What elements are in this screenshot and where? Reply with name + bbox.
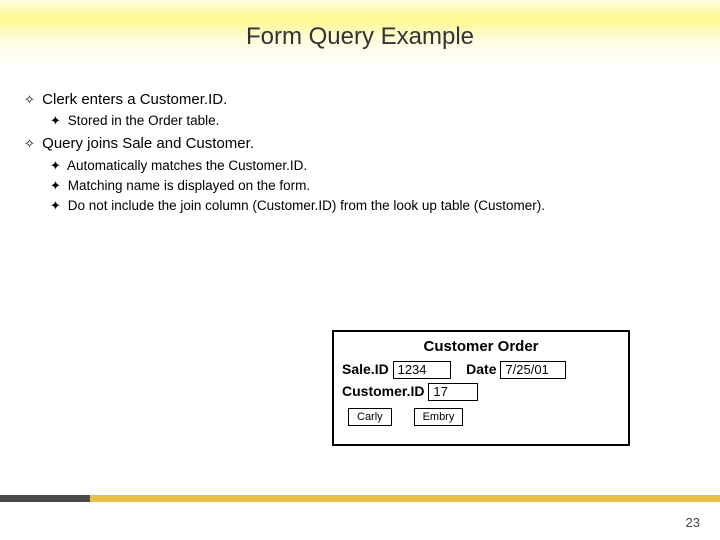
bullet-glyph-l2: ✦ [50,157,64,175]
date-label: Date [466,361,496,377]
slide-title: Form Query Example [246,23,474,51]
bullet-glyph-l2: ✦ [50,112,64,130]
bullet-glyph-l1: ✧ [24,135,38,153]
bullet-level2: ✦ Do not include the join column (Custom… [50,197,696,215]
bullet-level1: ✧ Query joins Sale and Customer. [24,134,696,154]
bullet-text: Matching name is displayed on the form. [68,178,310,193]
slide-body: ✧ Clerk enters a Customer.ID. ✦ Stored i… [0,68,720,215]
bullet-text: Query joins Sale and Customer. [42,135,254,152]
date-field[interactable]: 7/25/01 [500,361,566,379]
bullet-level1: ✧ Clerk enters a Customer.ID. [24,90,696,110]
bullet-level2: ✦ Stored in the Order table. [50,112,696,130]
lastname-field: Embry [414,408,464,426]
footer-divider [0,495,720,502]
form-names-row: Carly Embry [342,407,620,426]
page-number: 23 [686,515,700,530]
firstname-field: Carly [348,408,392,426]
bullet-glyph-l2: ✦ [50,197,64,215]
slide-header: Form Query Example [0,0,720,68]
bullet-text: Automatically matches the Customer.ID. [67,158,307,173]
saleid-label: Sale.ID [342,361,389,377]
bullet-glyph-l1: ✧ [24,91,38,109]
form-title: Customer Order [342,338,620,355]
bullet-level2: ✦ Automatically matches the Customer.ID. [50,157,696,175]
saleid-field[interactable]: 1234 [393,361,451,379]
bullet-glyph-l2: ✦ [50,177,64,195]
bullet-text: Clerk enters a Customer.ID. [42,91,227,108]
form-row: Customer.ID 17 [342,383,620,401]
bullet-level2: ✦ Matching name is displayed on the form… [50,177,696,195]
customerid-field[interactable]: 17 [428,383,478,401]
form-row: Sale.ID 1234 Date 7/25/01 [342,361,620,379]
bullet-text: Do not include the join column (Customer… [68,198,545,213]
customer-order-form: Customer Order Sale.ID 1234 Date 7/25/01… [332,330,630,446]
bullet-text: Stored in the Order table. [68,113,220,128]
customerid-label: Customer.ID [342,383,424,399]
